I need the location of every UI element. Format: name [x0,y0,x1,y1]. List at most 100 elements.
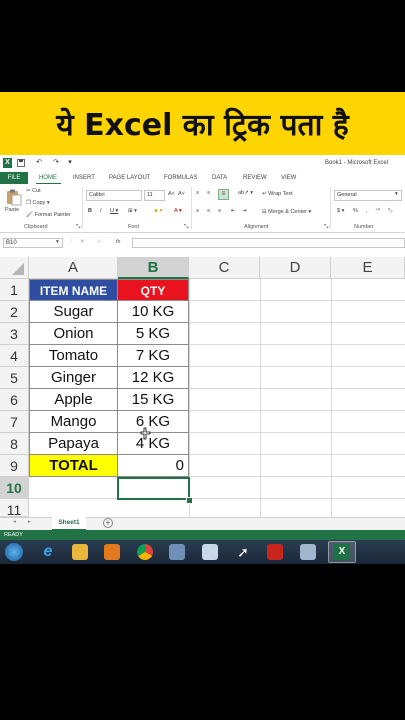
row-header-6[interactable]: 6 [0,389,29,411]
italic-icon[interactable]: I [100,208,102,214]
undo-icon[interactable]: ↶ [35,159,43,167]
number-format-select[interactable]: General [334,190,402,201]
media-player-icon[interactable] [104,544,120,560]
cell-b1-qty-header[interactable]: QTY [118,279,189,301]
copy-button[interactable]: ❐ Copy ▾ [26,200,50,206]
cell-a2[interactable]: Sugar [29,301,118,323]
cell-a7[interactable]: Mango [29,411,118,433]
increase-indent-icon[interactable]: ⇥ [242,208,247,214]
cursor-tool-icon[interactable]: ➚ [235,544,251,560]
cell-a1-item-name-header[interactable]: ITEM NAME [29,279,118,301]
network-icon[interactable] [169,544,185,560]
row-header-8[interactable]: 8 [0,433,29,455]
formula-input[interactable] [132,238,405,248]
font-color-icon[interactable]: A ▾ [174,208,182,214]
row-header-4[interactable]: 4 [0,345,29,367]
file-explorer-icon[interactable] [72,544,88,560]
customize-toolbar-icon[interactable]: ▾ [66,159,74,167]
tab-review[interactable]: REVIEW [243,172,267,184]
redo-icon[interactable]: ↷ [52,159,60,167]
tab-page-layout[interactable]: PAGE LAYOUT [109,172,150,184]
sheet-next-icon[interactable]: ▸ [28,519,31,525]
tab-data[interactable]: DATA [212,172,227,184]
increase-decimal-icon[interactable]: ⁺⁰ [375,208,380,214]
fill-color-icon[interactable]: ◈ ▾ [154,208,163,214]
cell-a9-total-label[interactable]: TOTAL [29,455,118,477]
folder-icon[interactable] [202,544,218,560]
number-format-dropdown-icon[interactable]: ▾ [395,191,398,197]
wrap-text-button[interactable]: ↵ Wrap Text [262,191,293,197]
cell-a6[interactable]: Apple [29,389,118,411]
font-launcher-icon[interactable]: ⤡ [184,224,188,231]
cell-b6[interactable]: 15 KG [118,389,189,411]
select-all-corner[interactable] [0,257,29,279]
column-header-b[interactable]: B [118,257,189,279]
orientation-icon[interactable]: ab↗ ▾ [238,190,253,196]
decrease-decimal-icon[interactable]: ⁰₀ [388,208,393,214]
new-sheet-button[interactable]: + [103,518,113,528]
percent-icon[interactable]: % [353,208,358,214]
borders-icon[interactable]: ⊞ ▾ [128,208,137,214]
top-align-icon[interactable]: ≡ [196,190,199,196]
chrome-icon[interactable] [137,544,153,560]
tab-view[interactable]: VIEW [281,172,296,184]
cell-b8[interactable]: 4 KG [118,433,189,455]
enter-icon[interactable]: ✓ [97,239,102,245]
sheet-prev-icon[interactable]: ◂ [13,519,16,525]
sheet-tab-sheet1[interactable]: Sheet1 [52,517,86,531]
bold-icon[interactable]: B [88,208,92,214]
start-orb-icon[interactable] [5,543,23,561]
cell-a8[interactable]: Papaya [29,433,118,455]
tab-file[interactable]: FILE [0,172,28,184]
middle-align-icon[interactable]: ≡ [207,190,210,196]
cell-a4[interactable]: Tomato [29,345,118,367]
bottom-align-icon[interactable]: ≡ [218,189,229,200]
currency-icon[interactable]: $ ▾ [337,208,344,214]
merge-center-button[interactable]: ⊟ Merge & Center ▾ [262,209,311,215]
align-center-icon[interactable]: ≡ [207,208,210,214]
row-header-3[interactable]: 3 [0,323,29,345]
comma-icon[interactable]: , [366,208,368,214]
insert-function-icon[interactable]: fx [116,239,120,245]
font-name-select[interactable]: Calibri [86,190,142,201]
name-box-dropdown-icon[interactable]: ▾ [56,239,59,245]
cut-button[interactable]: ✂ Cut [26,188,41,194]
row-header-10[interactable]: 10 [0,477,29,499]
cell-b4[interactable]: 7 KG [118,345,189,367]
cell-b5[interactable]: 12 KG [118,367,189,389]
active-cell-b10[interactable] [117,477,190,500]
screen-capture-icon[interactable] [300,544,316,560]
fill-handle[interactable] [186,497,193,504]
grow-font-icon[interactable]: A˄ [168,191,175,197]
format-painter-button[interactable]: 🖌 Format Painter [26,212,71,218]
cell-b9-total-value[interactable]: 0 [118,455,189,477]
row-header-11[interactable]: 11 [0,499,29,518]
cell-b3[interactable]: 5 KG [118,323,189,345]
tab-formulas[interactable]: FORMULAS [164,172,197,184]
pdf-icon[interactable] [267,544,283,560]
align-right-icon[interactable]: ≡ [218,208,221,214]
alignment-launcher-icon[interactable]: ⤡ [324,224,328,231]
column-header-a[interactable]: A [29,257,118,279]
row-header-9[interactable]: 9 [0,455,29,477]
cell-b7[interactable]: 6 KG [118,411,189,433]
cell-b2[interactable]: 10 KG [118,301,189,323]
row-header-1[interactable]: 1 [0,279,29,301]
internet-explorer-icon[interactable]: e [40,544,56,560]
row-header-2[interactable]: 2 [0,301,29,323]
column-header-c[interactable]: C [189,257,260,279]
align-left-icon[interactable]: ≡ [196,208,199,214]
cell-a3[interactable]: Onion [29,323,118,345]
tab-insert[interactable]: INSERT [73,172,95,184]
row-header-5[interactable]: 5 [0,367,29,389]
excel-taskbar-button[interactable]: X [328,541,356,563]
save-icon[interactable] [17,159,25,167]
column-header-e[interactable]: E [331,257,405,279]
underline-icon[interactable]: U ▾ [110,208,118,214]
font-size-select[interactable]: 11 [144,190,165,201]
column-header-d[interactable]: D [260,257,331,279]
name-box[interactable]: B10 [3,238,63,248]
clipboard-launcher-icon[interactable]: ⤡ [76,224,80,231]
cancel-icon[interactable]: ✕ [80,239,85,245]
shrink-font-icon[interactable]: A˅ [178,191,185,197]
